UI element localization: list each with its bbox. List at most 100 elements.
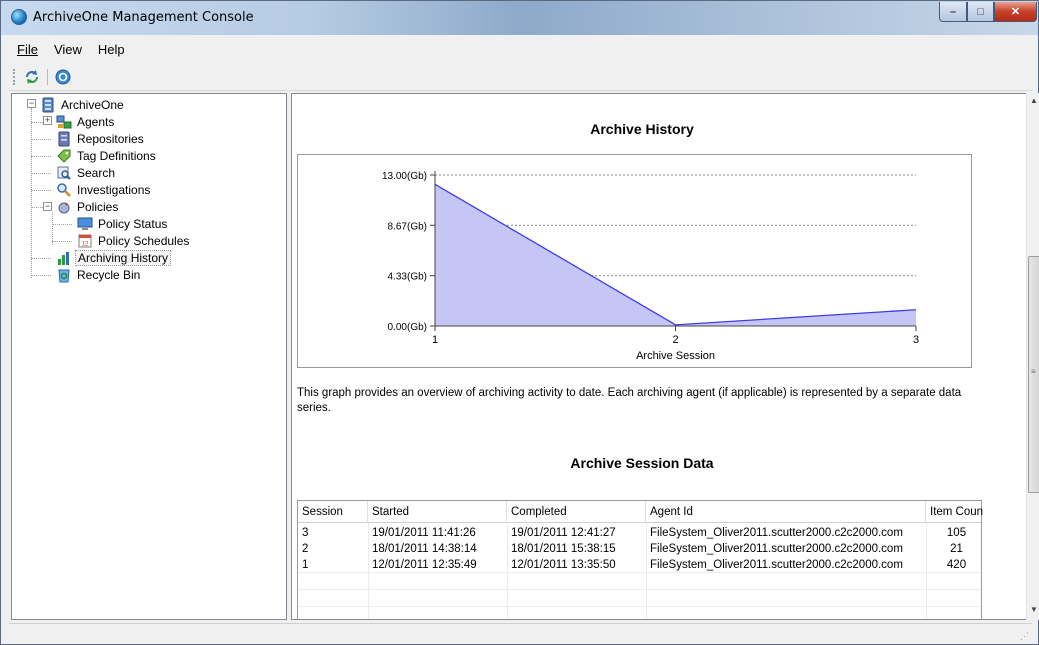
scroll-up-arrow[interactable]: ▲ — [1027, 93, 1039, 109]
x-tick-label: 3 — [913, 334, 919, 346]
tree-connector — [31, 173, 51, 174]
column-header-agent-id[interactable]: Agent Id — [646, 501, 926, 523]
vertical-scrollbar[interactable]: ▲ ≡ ▼ — [1026, 93, 1039, 620]
y-tick-label: 0.00(Gb) — [388, 322, 427, 333]
menu-view-label: View — [53, 41, 82, 57]
column-header-session[interactable]: Session — [298, 501, 368, 523]
tree-label: Search — [77, 165, 116, 180]
tree-label: Archiving History — [75, 249, 172, 266]
tree-item-recycle-bin[interactable]: Recycle Bin — [56, 266, 142, 283]
toolbar-separator — [47, 68, 48, 85]
tree-label: Tag Definitions — [77, 148, 156, 163]
tree-item-policies[interactable]: Policies — [56, 198, 120, 215]
session-table[interactable]: Session Started Completed Agent Id Item … — [297, 500, 983, 619]
y-tick-label: 8.67(Gb) — [388, 221, 427, 232]
column-header-started[interactable]: Started — [368, 501, 507, 523]
tree-item-investigations[interactable]: Investigations — [56, 181, 152, 198]
archive-history-title: Archive History — [590, 121, 694, 137]
archive-session-data-title: Archive Session Data — [570, 455, 714, 471]
cell-item-count: 21 — [950, 543, 963, 555]
policies-collapse-toggle[interactable]: − — [43, 202, 52, 211]
tag-icon — [57, 149, 71, 163]
tree-label: ArchiveOne — [61, 97, 124, 112]
menu-file-label: File — [17, 41, 38, 57]
scroll-thumb-grip: ≡ — [1031, 367, 1036, 376]
column-header-item-count[interactable]: Item Count — [926, 501, 983, 523]
tree-label: Repositories — [77, 131, 144, 146]
search-icon — [57, 166, 71, 180]
tree-connector — [52, 224, 72, 225]
investigation-icon — [57, 182, 71, 197]
menu-bar: File View Help — [9, 37, 1032, 61]
maximize-button[interactable]: □ — [967, 2, 994, 22]
tree-connector — [31, 108, 32, 278]
repository-icon — [58, 131, 70, 146]
refresh-button[interactable] — [22, 67, 42, 87]
tree-label: Policy Status — [98, 216, 168, 231]
chart-description: This graph provides an overview of archi… — [297, 387, 962, 414]
area-fill — [435, 184, 916, 326]
menu-file[interactable]: File — [9, 42, 46, 57]
tree-label: Policies — [77, 199, 119, 214]
table-header: Session Started Completed Agent Id Item … — [298, 501, 983, 523]
cell-agent-id: FileSystem_Oliver2011.scutter2000.c2c200… — [650, 527, 903, 539]
tree-item-policy-status[interactable]: Policy Status — [77, 215, 169, 232]
root-collapse-toggle[interactable]: − — [27, 99, 36, 108]
database-icon — [42, 97, 54, 112]
status-bar: ⋰ — [9, 623, 1032, 643]
toolbar-grip[interactable] — [13, 68, 16, 85]
help-icon — [55, 69, 71, 84]
cell-started: 12/01/2011 12:35:49 — [372, 559, 477, 571]
cell-completed: 12/01/2011 13:35:50 — [511, 559, 616, 571]
cell-item-count: 105 — [946, 527, 967, 539]
recycle-bin-icon — [58, 269, 70, 282]
policies-icon — [58, 200, 70, 213]
resize-grip[interactable]: ⋰ — [1020, 631, 1030, 641]
tree-item-policy-schedules[interactable]: 12 Policy Schedules — [77, 232, 191, 249]
tree-label: Investigations — [77, 182, 151, 197]
toolbar — [9, 63, 1032, 91]
table-gridline — [298, 589, 981, 590]
table-row[interactable]: 2 18/01/2011 14:38:14 18/01/2011 15:38:1… — [298, 541, 981, 557]
cell-agent-id: FileSystem_Oliver2011.scutter2000.c2c200… — [650, 543, 903, 555]
title-bar[interactable]: ArchiveOne Management Console – □ ✕ — [1, 1, 1038, 35]
cell-session: 2 — [302, 543, 309, 555]
main-window: ArchiveOne Management Console – □ ✕ File… — [0, 0, 1039, 645]
table-row[interactable]: 1 12/01/2011 12:35:49 12/01/2011 13:35:5… — [298, 557, 981, 573]
tree-connector — [31, 207, 43, 208]
tree-label: Policy Schedules — [98, 233, 190, 248]
close-button[interactable]: ✕ — [994, 2, 1037, 22]
column-header-completed[interactable]: Completed — [507, 501, 646, 523]
menu-help-label: Help — [97, 41, 125, 57]
scroll-down-arrow[interactable]: ▼ — [1027, 602, 1039, 618]
tree-connector — [31, 139, 51, 140]
menu-view[interactable]: View — [46, 42, 90, 57]
agents-expand-toggle[interactable]: + — [43, 116, 52, 125]
navigation-tree[interactable]: − ArchiveOne + Agents Repositories Tag D… — [11, 93, 287, 620]
app-icon — [11, 9, 27, 25]
minimize-button[interactable]: – — [939, 2, 967, 22]
tree-connector — [31, 190, 51, 191]
cell-started: 19/01/2011 11:41:26 — [372, 527, 476, 539]
cell-agent-id: FileSystem_Oliver2011.scutter2000.c2c200… — [650, 559, 903, 571]
tree-item-tag-definitions[interactable]: Tag Definitions — [56, 147, 158, 164]
archive-history-chart: 0.00(Gb) 4.33(Gb) 8.67(Gb) 13.00(Gb) 1 2 3 Arch… — [297, 154, 972, 368]
tree-item-archiveone[interactable]: ArchiveOne — [40, 96, 126, 113]
tree-item-search[interactable]: Search — [56, 164, 117, 181]
svg-text:12: 12 — [82, 241, 89, 247]
tree-item-repositories[interactable]: Repositories — [56, 130, 146, 147]
x-axis-label: Archive Session — [636, 350, 715, 362]
help-button[interactable] — [53, 67, 73, 87]
tree-connector — [31, 156, 51, 157]
menu-help[interactable]: Help — [90, 42, 133, 57]
archive-history-chart-svg: 0.00(Gb) 4.33(Gb) 8.67(Gb) 13.00(Gb) 1 2 3 Arch… — [382, 171, 919, 362]
agents-icon — [56, 115, 72, 128]
tree-label: Recycle Bin — [77, 267, 141, 282]
calendar-icon: 12 — [78, 234, 92, 247]
tree-item-archiving-history[interactable]: Archiving History — [56, 249, 172, 266]
scroll-thumb[interactable]: ≡ — [1028, 256, 1039, 493]
table-row[interactable]: 3 19/01/2011 11:41:26 19/01/2011 12:41:2… — [298, 525, 981, 541]
tree-item-agents[interactable]: Agents — [56, 113, 116, 130]
cell-started: 18/01/2011 14:38:14 — [372, 543, 477, 555]
cell-completed: 18/01/2011 15:38:15 — [511, 543, 616, 555]
